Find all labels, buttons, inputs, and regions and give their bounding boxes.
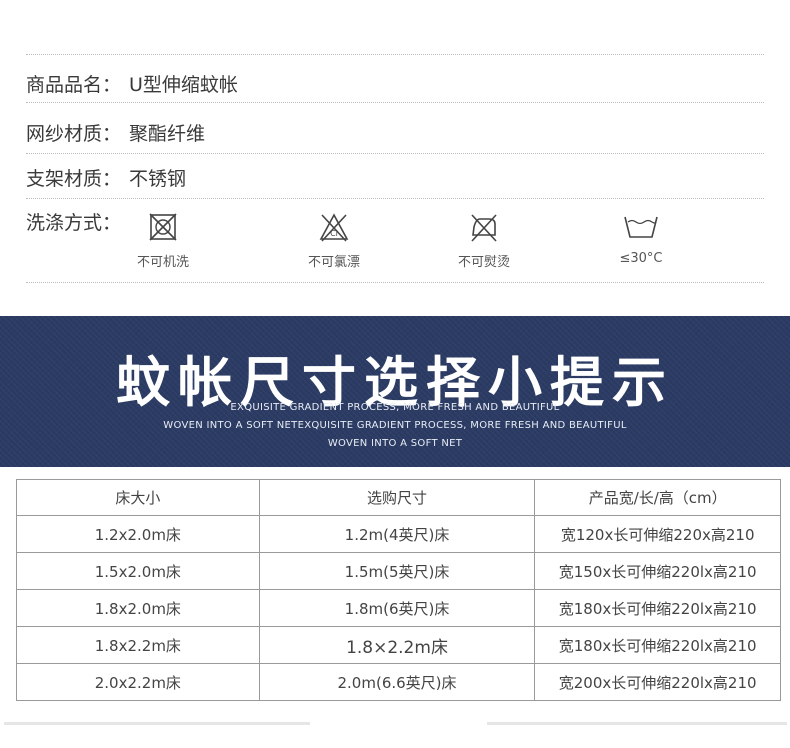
table-row: 1.8x2.2m床 1.8×2.2m床 宽180x长可伸缩220lx高210: [16, 626, 781, 664]
spec-row-wash: 洗涤方式：: [26, 208, 121, 235]
spec-value: U型伸缩蚊帐: [129, 74, 238, 96]
divider: [26, 102, 764, 103]
spec-row-name: 商品品名： U型伸缩蚊帐: [26, 70, 238, 97]
wash-item-30-degrees: ≤30°C: [586, 211, 696, 266]
wash-caption: 不可机洗: [136, 255, 189, 270]
divider: [487, 722, 787, 725]
spec-label: 商品品名：: [26, 74, 122, 96]
column-header: 选购尺寸: [258, 479, 536, 516]
spec-label: 支架材质：: [26, 168, 122, 190]
table-cell: 2.0x2.2m床: [16, 663, 260, 701]
divider: [26, 153, 764, 154]
banner-subtitle-2: WOVEN INTO A SOFT NETEXQUISITE GRADIENT …: [163, 420, 627, 431]
spec-row-material: 网纱材质： 聚酯纤维: [26, 119, 205, 146]
no-machine-wash-icon: [149, 213, 177, 241]
wash-caption: 不可氯漂: [307, 255, 360, 270]
table-cell: 宽150x长可伸缩220lx高210: [534, 552, 781, 590]
spec-label: 网纱材质：: [26, 123, 122, 145]
banner-subtitle-3: WOVEN INTO A SOFT NET: [327, 438, 463, 449]
table-cell: 宽180x长可伸缩220lx高210: [534, 626, 781, 664]
column-header: 产品宽/长/高（cm）: [534, 479, 781, 516]
wash-item-no-bleach: Cl 不可氯漂: [279, 211, 389, 270]
table-cell: 1.5m(5英尺)床: [258, 552, 536, 590]
divider: [26, 282, 764, 283]
table-cell: 1.2m(4英尺)床: [258, 515, 536, 553]
table-cell: 1.5x2.0m床: [16, 552, 260, 590]
spec-value: 聚酯纤维: [129, 123, 206, 145]
no-bleach-icon: Cl: [319, 213, 349, 242]
table-cell: 1.8x2.2m床: [16, 626, 260, 664]
table-cell: 2.0m(6.6英尺)床: [258, 663, 536, 701]
table-row: 1.8x2.0m床 1.8m(6英尺)床 宽180x长可伸缩220lx高210: [16, 589, 781, 627]
wash-item-no-machine-wash: 不可机洗: [108, 211, 218, 270]
divider: [4, 722, 310, 725]
table-cell: 宽200x长可伸缩220lx高210: [534, 663, 781, 701]
table-cell: 1.8m(6英尺)床: [258, 589, 536, 627]
wash-30-icon: [624, 216, 658, 238]
divider: [26, 54, 764, 55]
table-cell: 宽120x长可伸缩220x高210: [534, 515, 781, 553]
size-tips-banner: 蚊帐尺寸选择小提示 EXQUISITE GRADIENT PROCESS, MO…: [0, 316, 790, 467]
table-cell: 1.8x2.0m床: [16, 589, 260, 627]
spec-row-frame: 支架材质： 不锈钢: [26, 164, 186, 191]
table-row: 2.0x2.2m床 2.0m(6.6英尺)床 宽200x长可伸缩220lx高21…: [16, 663, 781, 701]
table-header-row: 床大小 选购尺寸 产品宽/长/高（cm）: [16, 479, 781, 516]
no-iron-icon: [471, 214, 497, 242]
divider: [26, 198, 764, 199]
table-row: 1.2x2.0m床 1.2m(4英尺)床 宽120x长可伸缩220x高210: [16, 515, 781, 553]
banner-subtitle-1: EXQUISITE GRADIENT PROCESS, MORE FRESH A…: [230, 402, 560, 413]
size-table: 床大小 选购尺寸 产品宽/长/高（cm） 1.2x2.0m床 1.2m(4英尺)…: [16, 479, 781, 701]
table-cell: 1.2x2.0m床: [16, 515, 260, 553]
table-cell: 1.8×2.2m床: [258, 626, 536, 664]
wash-item-no-iron: 不可熨烫: [429, 211, 539, 270]
column-header: 床大小: [16, 479, 260, 516]
wash-caption: ≤30°C: [619, 251, 663, 266]
spec-label: 洗涤方式：: [26, 212, 122, 234]
table-cell: 宽180x长可伸缩220lx高210: [534, 589, 781, 627]
wash-caption: 不可熨烫: [457, 255, 510, 270]
spec-value: 不锈钢: [129, 168, 187, 190]
table-row: 1.5x2.0m床 1.5m(5英尺)床 宽150x长可伸缩220lx高210: [16, 552, 781, 590]
